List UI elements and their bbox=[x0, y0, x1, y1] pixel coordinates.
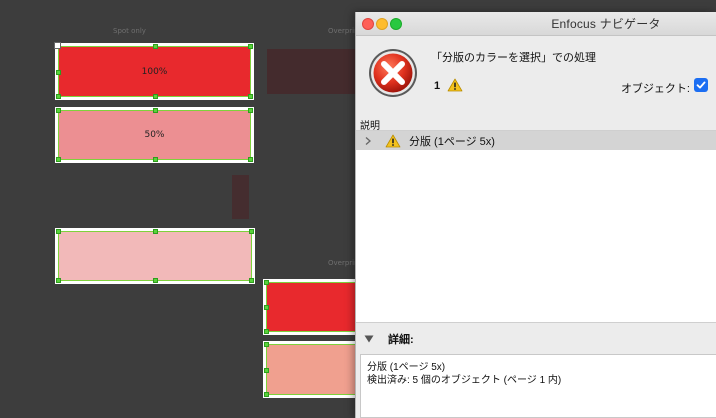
objects-label: オブジェクト: bbox=[620, 83, 690, 95]
selection-handle[interactable] bbox=[248, 157, 253, 162]
selected-swatch[interactable] bbox=[55, 228, 255, 284]
selected-swatch[interactable]: 50% bbox=[55, 107, 254, 163]
warning-icon bbox=[447, 78, 463, 92]
issue-count: 1 bbox=[434, 80, 441, 92]
selection-handle[interactable] bbox=[248, 108, 253, 113]
checkmark-icon bbox=[696, 81, 706, 89]
selection-handle[interactable] bbox=[264, 342, 269, 347]
swatch-label: 100% bbox=[141, 66, 168, 77]
selected-swatch[interactable] bbox=[263, 279, 363, 335]
details-label: 詳細: bbox=[388, 334, 414, 346]
details-line: 検出済み: 5 個のオブジェクト (ページ 1 内) bbox=[367, 375, 562, 386]
selection-handle[interactable] bbox=[56, 108, 61, 113]
swatch-fill bbox=[56, 229, 254, 283]
swatch-fill: 50% bbox=[56, 108, 253, 162]
selection-handle[interactable] bbox=[152, 157, 158, 162]
details-text: 分版 (1ページ 5x) 検出済み: 5 個のオブジェクト (ページ 1 内) bbox=[360, 354, 716, 418]
zoom-window-button[interactable] bbox=[390, 18, 402, 30]
list-item-label: 分版 (1ページ 5x) bbox=[409, 135, 495, 148]
window-title: Enfocus ナビゲータ bbox=[551, 17, 661, 31]
swatch-fill bbox=[264, 342, 360, 397]
overprint-swatch[interactable] bbox=[232, 175, 249, 219]
selection-handle[interactable] bbox=[56, 278, 61, 283]
selection-handle[interactable] bbox=[56, 94, 61, 99]
selection-handle[interactable] bbox=[249, 278, 254, 283]
selection-handle[interactable] bbox=[264, 305, 269, 310]
selection-handle[interactable] bbox=[56, 229, 61, 234]
error-icon bbox=[369, 49, 417, 97]
selection-handle[interactable] bbox=[152, 108, 158, 113]
warning-icon bbox=[385, 134, 401, 147]
selection-handle[interactable] bbox=[264, 329, 269, 334]
selection-handle[interactable] bbox=[264, 280, 269, 285]
title-bar[interactable]: Enfocus ナビゲータ bbox=[356, 12, 716, 36]
selected-swatch[interactable] bbox=[263, 341, 363, 398]
selection-handle[interactable] bbox=[264, 367, 269, 373]
selection-handle[interactable] bbox=[56, 69, 61, 75]
selected-swatch[interactable]: 100% bbox=[54, 42, 254, 100]
selection-handle[interactable] bbox=[153, 229, 158, 234]
navigator-window: Enfocus ナビゲータ 「分版のカラーを選択」での処理 1 オブジェクト: bbox=[355, 12, 716, 418]
close-window-button[interactable] bbox=[362, 18, 374, 30]
selection-handle[interactable] bbox=[153, 278, 158, 283]
details-toggle[interactable]: 詳細: bbox=[356, 324, 716, 354]
selection-handle[interactable] bbox=[264, 392, 269, 397]
list-item[interactable]: 分版 (1ページ 5x) bbox=[356, 131, 716, 150]
swatch-fill: 100% bbox=[54, 42, 253, 99]
minimize-window-button[interactable] bbox=[376, 18, 388, 30]
selection-handle[interactable] bbox=[152, 94, 158, 99]
process-heading: 「分版のカラーを選択」での処理 bbox=[431, 52, 596, 64]
selection-handle[interactable] bbox=[248, 94, 253, 99]
objects-checkbox[interactable] bbox=[694, 78, 708, 92]
swatch-fill bbox=[264, 280, 360, 334]
column-label: Spot only bbox=[113, 27, 146, 35]
selection-handle[interactable] bbox=[152, 44, 158, 49]
swatch-label: 50% bbox=[144, 130, 165, 140]
triangle-down-icon[interactable] bbox=[364, 335, 374, 343]
report-header: 「分版のカラーを選択」での処理 1 オブジェクト: bbox=[356, 36, 716, 118]
selection-handle[interactable] bbox=[249, 229, 254, 234]
selection-handle[interactable] bbox=[248, 44, 253, 49]
chevron-right-icon[interactable] bbox=[364, 136, 372, 145]
overprint-swatch[interactable] bbox=[267, 49, 359, 94]
anchor-handle[interactable] bbox=[54, 42, 61, 49]
selection-handle[interactable] bbox=[56, 157, 61, 162]
issue-list[interactable]: 分版 (1ページ 5x) bbox=[356, 130, 716, 323]
details-line: 分版 (1ページ 5x) bbox=[367, 362, 446, 373]
